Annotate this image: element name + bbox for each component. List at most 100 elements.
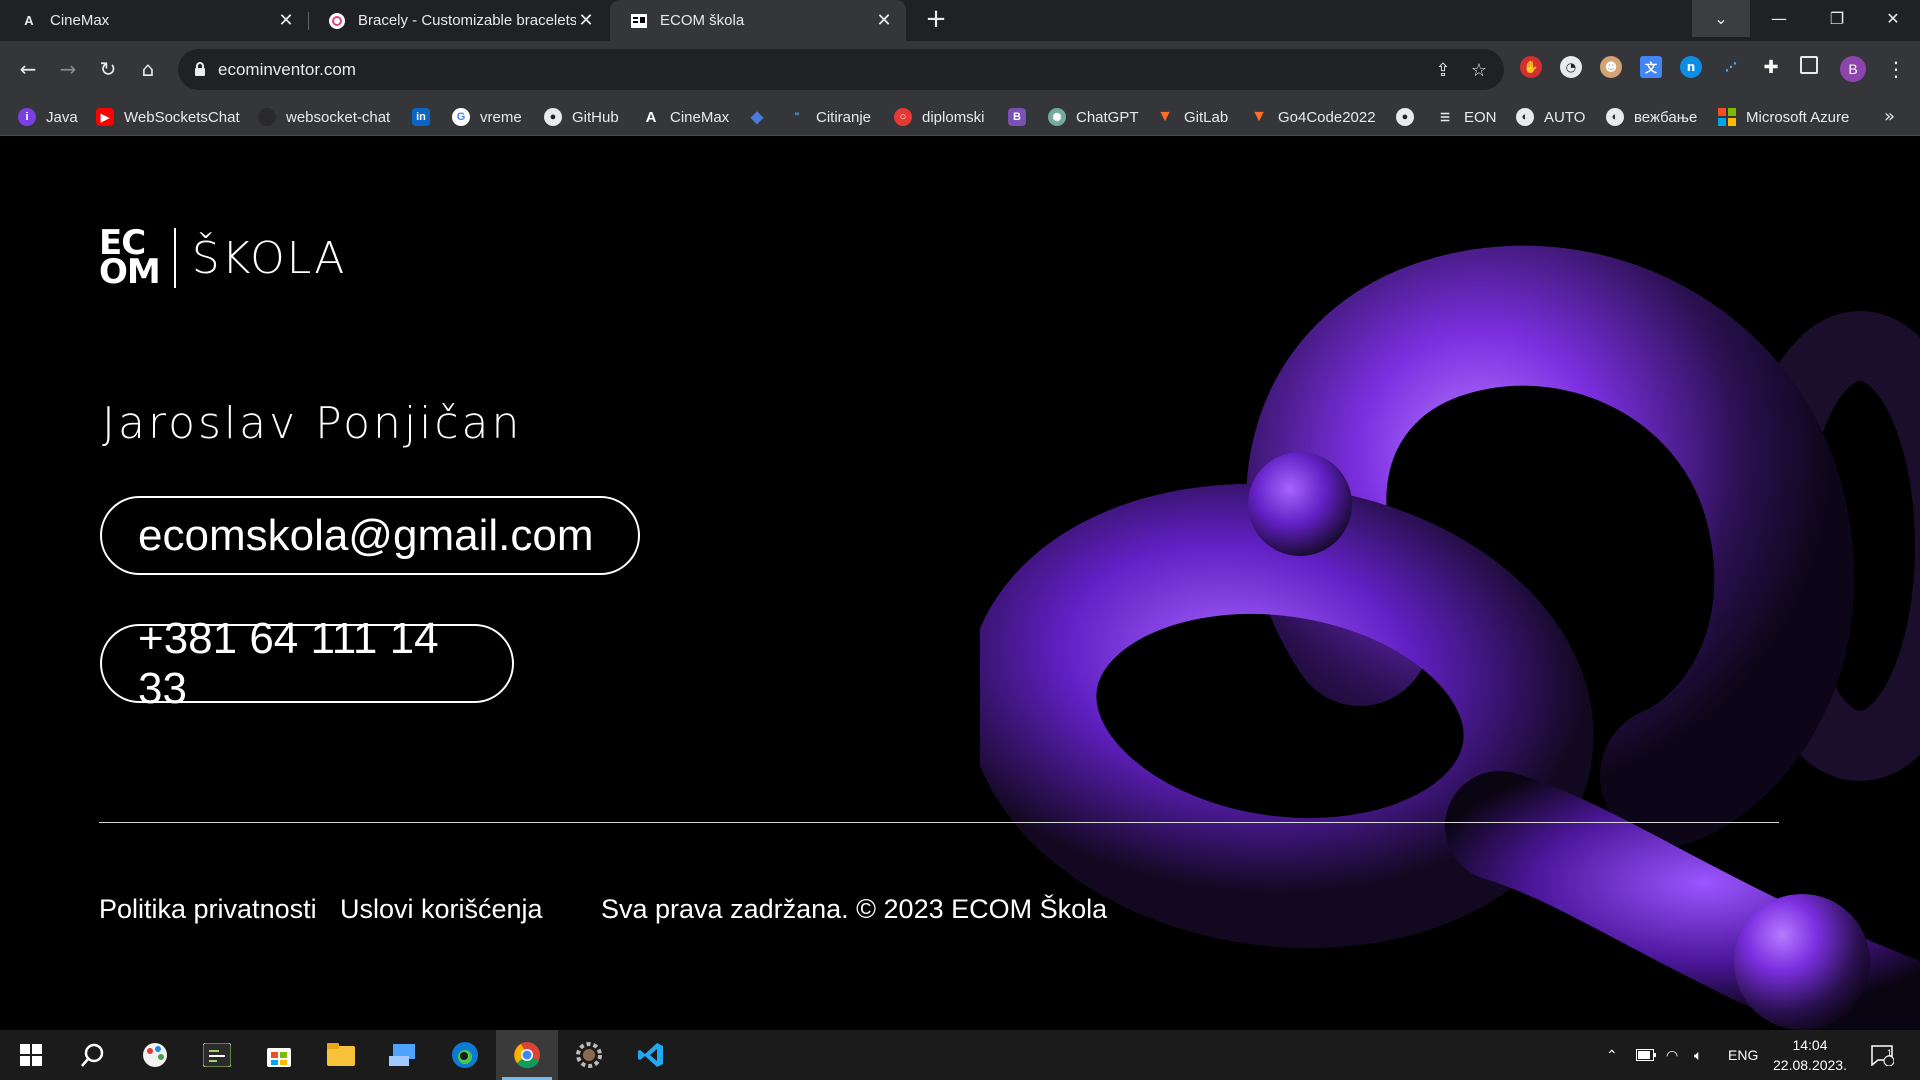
bookmark-star-icon[interactable]: ☆ — [1466, 57, 1492, 83]
search-icon[interactable] — [62, 1030, 124, 1080]
extension-dots-icon[interactable]: ⋰ — [1720, 56, 1742, 78]
home-icon[interactable]: ⌂ — [132, 53, 164, 85]
bookmark-cinemax[interactable]: A CineMax — [642, 98, 730, 136]
bookmark-bootstrap[interactable]: B — [1008, 98, 1036, 136]
reload-icon[interactable]: ↻ — [92, 53, 124, 85]
puzzle-icon[interactable]: ✚ — [1760, 56, 1782, 78]
contact-name: Jaroslav Ponjičan — [102, 398, 523, 449]
bookmark-github[interactable]: ● GitHub — [544, 98, 619, 136]
github-icon — [258, 108, 276, 126]
lock-icon — [195, 62, 205, 76]
github-icon: ● — [544, 108, 562, 126]
bookmark-chatgpt[interactable]: ✺ ChatGPT — [1048, 98, 1139, 136]
bookmark-vreme[interactable]: Gvreme — [452, 98, 522, 136]
gitlab-icon: ▼ — [1251, 108, 1267, 125]
vscode-icon[interactable] — [620, 1030, 682, 1080]
file-explorer-icon[interactable] — [310, 1030, 372, 1080]
bookmark-github-2[interactable]: ● — [1396, 98, 1424, 136]
cinemax-icon: A — [645, 108, 657, 126]
wifi-icon[interactable]: ◠ — [1666, 1030, 1678, 1080]
forward-arrow-icon[interactable]: → — [52, 53, 84, 85]
google-translate-icon[interactable]: 文 — [1640, 56, 1662, 78]
tab-title: Bracely - Customizable bracelets — [358, 12, 576, 29]
terms-of-use-link[interactable]: Uslovi korišćenja — [340, 894, 543, 925]
bracely-icon — [328, 12, 346, 30]
remote-desktop-icon[interactable] — [372, 1030, 434, 1080]
logo-wordmark: ŠKOLA — [191, 232, 347, 284]
close-icon[interactable]: ✕ — [276, 10, 296, 31]
edge-browser-icon[interactable] — [434, 1030, 496, 1080]
ecom-skola-logo[interactable]: EC OM ŠKOLA — [99, 223, 347, 292]
tab-ecom-skola[interactable]: ECOM škola ✕ — [610, 0, 906, 41]
logo-divider — [173, 228, 176, 288]
restore-icon[interactable]: ❐ — [1808, 0, 1866, 37]
bookmark-microsoft-azure[interactable]: Microsoft Azure — [1718, 98, 1849, 136]
bookmark-auto[interactable]: ◐ AUTO — [1516, 98, 1585, 136]
bookmark-eon[interactable]: ☰ EON — [1436, 98, 1496, 136]
notification-count: 1 — [1887, 1048, 1893, 1058]
system-clock[interactable]: 14:04 22.08.2023. — [1770, 1035, 1850, 1075]
terminal-app-icon[interactable] — [186, 1030, 248, 1080]
close-icon[interactable]: ✕ — [874, 10, 894, 31]
bookmarks-overflow-chevron-icon[interactable]: » — [1884, 98, 1895, 136]
settings-gear-app-icon[interactable] — [558, 1030, 620, 1080]
menu-kebab-icon[interactable]: ⋮ — [1880, 53, 1912, 85]
show-hidden-icons-chevron-icon[interactable]: ⌃ — [1606, 1030, 1618, 1080]
tab-search-chevron-icon[interactable]: ⌄ — [1692, 0, 1750, 37]
profile-avatar[interactable]: B — [1840, 56, 1866, 82]
phone-link[interactable]: +381 64 111 14 33 — [100, 614, 514, 713]
github-icon: ● — [1396, 108, 1414, 126]
minimize-icon[interactable]: — — [1750, 0, 1808, 37]
java-icon: i — [18, 108, 36, 126]
bookmark-citiranje[interactable]: " Citiranje — [788, 98, 871, 136]
google-icon: G — [452, 108, 470, 126]
close-icon[interactable]: ✕ — [576, 10, 596, 31]
bookmark-websocket-chat[interactable]: websocket-chat — [258, 98, 390, 136]
extension-avatar-icon[interactable]: ☻ — [1600, 56, 1622, 78]
volume-icon[interactable]: 🔈︎ — [1694, 1030, 1702, 1080]
clock-date: 22.08.2023. — [1773, 1057, 1847, 1073]
logo-mark: EC OM — [99, 223, 161, 292]
language-indicator[interactable]: ENG — [1728, 1030, 1758, 1080]
paint-app-icon[interactable] — [124, 1030, 186, 1080]
window-close-icon[interactable]: ✕ — [1866, 0, 1920, 37]
bookmark-blue-diamond[interactable]: ◆ — [748, 98, 776, 136]
copyright-text: Sva prava zadržana. © 2023 ECOM Škola — [601, 894, 1108, 924]
back-arrow-icon[interactable]: ← — [12, 53, 44, 85]
bookmark-java[interactable]: i Java — [18, 98, 78, 136]
address-bar[interactable]: ecominventor.com ⇪ ☆ — [178, 49, 1504, 90]
microsoft-icon — [1718, 108, 1736, 126]
bootstrap-icon: B — [1008, 108, 1026, 126]
tab-bracely[interactable]: Bracely - Customizable bracelets ✕ — [308, 0, 608, 41]
youtube-icon: ▶ — [96, 108, 114, 126]
extension-shield-icon[interactable]: n — [1680, 56, 1702, 78]
url-text[interactable]: ecominventor.com — [218, 49, 356, 90]
extension-adblock-icon[interactable]: ✋ — [1520, 56, 1542, 78]
globe-icon: ◐ — [1606, 108, 1624, 126]
notification-center-icon[interactable]: 1 — [1870, 1030, 1894, 1080]
windows-start-icon[interactable] — [0, 1030, 62, 1080]
microsoft-store-icon[interactable] — [248, 1030, 310, 1080]
share-icon[interactable]: ⇪ — [1430, 57, 1456, 83]
chatgpt-icon: ✺ — [1048, 108, 1066, 126]
tab-cinemax[interactable]: A CineMax ✕ — [0, 0, 308, 41]
browser-toolbar: ← → ↻ ⌂ ecominventor.com ⇪ ☆ ✋ ◔ ☻ 文 n ⋰… — [0, 41, 1920, 98]
new-tab-button[interactable]: + — [922, 6, 950, 34]
linkedin-icon: in — [412, 108, 430, 126]
page-content: EC OM ŠKOLA Jaroslav Ponjičan ecomskola@… — [0, 136, 1920, 1030]
bookmark-gitlab[interactable]: ▼ GitLab — [1156, 98, 1228, 136]
privacy-policy-link[interactable]: Politika privatnosti — [99, 894, 317, 925]
bookmark-go4code2022[interactable]: ▼ Go4Code2022 — [1250, 98, 1376, 136]
side-panel-icon[interactable] — [1800, 56, 1818, 74]
bookmarks-bar: i Java ▶ WebSocketsChat websocket-chat in … — [0, 98, 1920, 136]
chrome-browser-icon[interactable] — [496, 1030, 558, 1080]
bookmark-websocketschat[interactable]: ▶ WebSocketsChat — [96, 98, 240, 136]
bookmark-diplomski[interactable]: ○ diplomski — [894, 98, 985, 136]
diamond-icon: ◆ — [750, 109, 764, 126]
bookmark-linkedin[interactable]: in — [412, 98, 440, 136]
globe-icon: ◐ — [1516, 108, 1534, 126]
bookmark-vezbanje[interactable]: ◐ вежбање — [1606, 98, 1697, 136]
battery-icon[interactable] — [1636, 1030, 1656, 1080]
email-link[interactable]: ecomskola@gmail.com — [100, 496, 640, 575]
extension-speedometer-icon[interactable]: ◔ — [1560, 56, 1582, 78]
